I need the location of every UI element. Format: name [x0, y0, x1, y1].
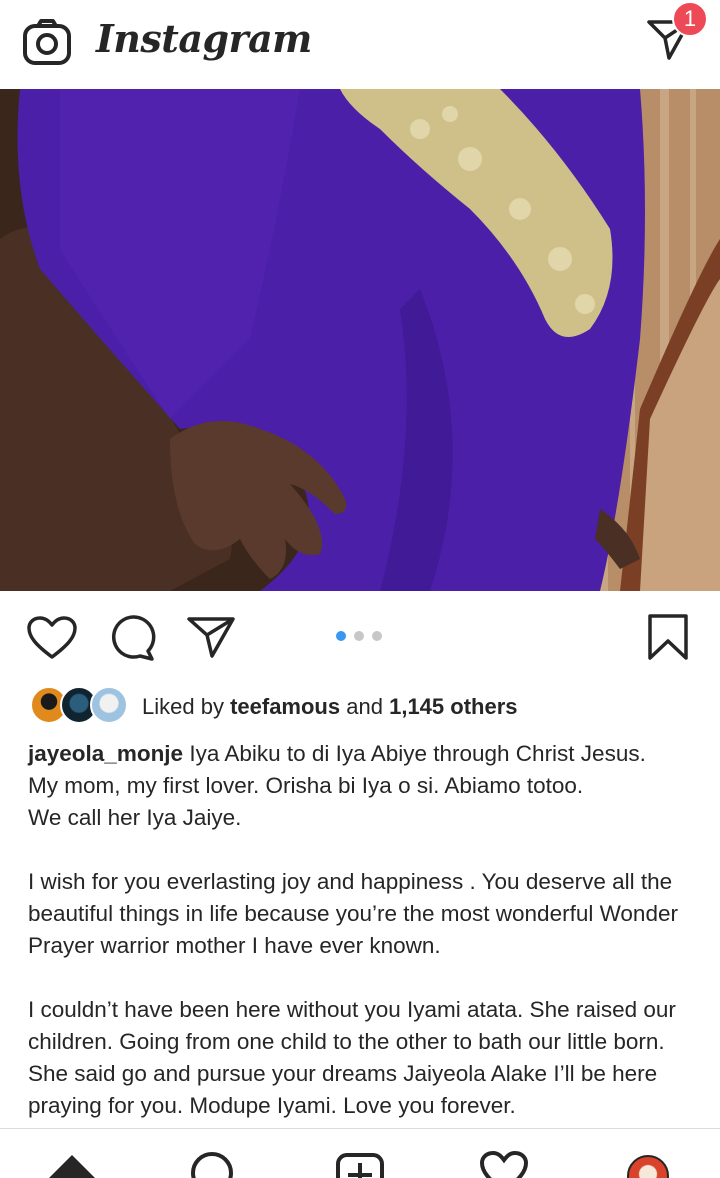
post-caption: jayeola_monje Iya Abiku to di Iya Abiye … — [28, 738, 700, 1122]
notification-badge[interactable]: 1 — [672, 1, 708, 37]
likes-prefix: Liked by — [142, 694, 224, 719]
caption-line: We call her Iya Jaiye. — [28, 805, 242, 830]
caption-line: My mom, my first lover. Orisha bi Iya o … — [28, 773, 584, 798]
caption-paragraph: I couldn’t have been here without you Iy… — [28, 997, 676, 1118]
comment-icon[interactable] — [108, 615, 156, 661]
heart-icon[interactable] — [26, 615, 78, 661]
app-logo[interactable]: Instagram — [96, 16, 312, 61]
carousel-dot — [354, 631, 364, 641]
bookmark-icon[interactable] — [646, 613, 690, 661]
caption-username[interactable]: jayeola_monje — [28, 741, 183, 766]
activity-heart-icon[interactable] — [479, 1151, 529, 1178]
caption-paragraph: I wish for you everlasting joy and happi… — [28, 869, 678, 958]
caption-first-line: Iya Abiku to di Iya Abiye through Christ… — [189, 741, 646, 766]
photo-illustration — [0, 89, 720, 591]
search-icon[interactable] — [189, 1151, 235, 1178]
likes-conjunction: and — [346, 694, 383, 719]
liker-username[interactable]: teefamous — [230, 694, 340, 719]
share-icon[interactable] — [186, 615, 236, 659]
likes-row[interactable]: Liked by teefamous and 1,145 others — [30, 686, 710, 726]
likes-count[interactable]: 1,145 others — [389, 694, 517, 719]
carousel-dot — [372, 631, 382, 641]
liker-avatar — [90, 686, 128, 724]
add-post-icon[interactable] — [335, 1151, 385, 1178]
top-bar: Instagram 1 — [0, 0, 720, 90]
post-photo[interactable] — [0, 89, 720, 591]
bottom-navigation — [0, 1128, 720, 1178]
carousel-dot-active — [336, 631, 346, 641]
home-icon[interactable] — [46, 1151, 98, 1178]
likes-text: Liked by teefamous and 1,145 others — [142, 694, 518, 720]
profile-avatar-icon[interactable] — [627, 1155, 669, 1178]
camera-icon[interactable] — [22, 18, 72, 66]
